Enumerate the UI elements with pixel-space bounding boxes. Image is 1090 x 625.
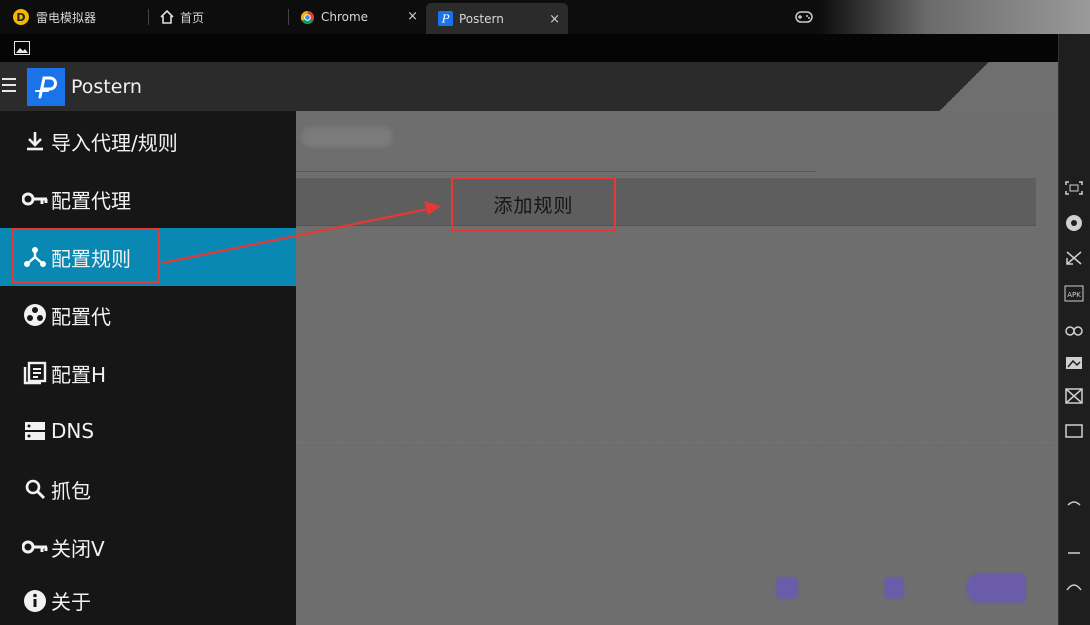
nav-drawer: 导入代理/规则 配置代理 配置规则 配置代 配置H DNS 抓包 关闭V 关于 — [0, 111, 296, 625]
tab-label: Postern — [459, 11, 504, 26]
drawer-item-proxy[interactable]: 配置代理 — [0, 170, 296, 228]
leidian-logo-icon: D — [12, 8, 30, 26]
recent-apps-icon[interactable] — [966, 573, 1026, 603]
android-home-icon[interactable] — [1063, 542, 1085, 564]
drawer-item-label: 配置代 — [51, 304, 111, 329]
drawer-item-capture[interactable]: 抓包 — [0, 460, 296, 518]
android-status-bar — [0, 34, 1058, 62]
drawer-item-close-vpn[interactable]: 关闭V — [0, 518, 296, 576]
search-icon — [22, 476, 48, 502]
tab-leidian[interactable]: D 雷电模拟器 — [0, 0, 148, 34]
menu-icon[interactable] — [2, 78, 16, 96]
drawer-item-label: 配置H — [51, 362, 107, 387]
shrink-icon[interactable] — [1063, 247, 1085, 269]
postern-logo-icon — [27, 68, 65, 106]
blurred-window-controls — [820, 0, 1090, 34]
drawer-item-label: 关于 — [51, 590, 91, 614]
screenshot-icon[interactable] — [1063, 351, 1085, 373]
apk-icon[interactable]: APK — [1063, 282, 1085, 304]
download-icon — [22, 128, 48, 154]
list-icon — [22, 360, 48, 386]
drawer-item-label: DNS — [51, 419, 95, 443]
tab-label: Chrome — [321, 10, 369, 24]
key-icon — [22, 186, 48, 212]
drawer-item-label: 导入代理/规则 — [51, 130, 178, 155]
back-icon[interactable] — [776, 577, 798, 599]
key-icon — [22, 534, 48, 560]
server-icon — [22, 418, 48, 444]
main-content: 添加规则 — [296, 111, 1058, 625]
svg-text:APK: APK — [1067, 291, 1081, 299]
volume-icon[interactable] — [1063, 212, 1085, 234]
blurred-corner — [870, 62, 1058, 111]
app-title: Postern — [71, 76, 142, 98]
tab-home[interactable]: 首页 — [148, 0, 288, 34]
drawer-item-about[interactable]: 关于 — [0, 576, 296, 625]
info-icon — [22, 588, 48, 614]
android-back-icon[interactable] — [1063, 492, 1085, 514]
drawer-item-label: 关闭V — [51, 536, 105, 561]
link-icon[interactable] — [1063, 320, 1085, 342]
tab-label: 首页 — [180, 10, 205, 25]
add-rule-button[interactable]: 添加规则 — [451, 177, 616, 232]
drawer-item-dns[interactable]: DNS — [0, 402, 296, 460]
home-nav-icon[interactable] — [884, 577, 904, 599]
svg-text:D: D — [16, 11, 25, 24]
multi-instance-icon[interactable] — [1063, 385, 1085, 407]
drawer-item-hosts[interactable]: 配置H — [0, 344, 296, 402]
add-rule-label: 添加规则 — [493, 195, 574, 217]
screen-icon[interactable] — [1063, 420, 1085, 442]
dots-icon — [22, 302, 48, 328]
tab-chrome[interactable]: Chrome × — [288, 0, 426, 34]
highlight-box-rules — [12, 228, 160, 283]
drawer-item-label: 抓包 — [51, 478, 91, 503]
drawer-item-label: 配置代理 — [51, 188, 131, 213]
close-icon[interactable]: × — [549, 12, 560, 27]
drawer-item-import[interactable]: 导入代理/规则 — [0, 112, 296, 170]
fullscreen-icon[interactable] — [1063, 177, 1085, 199]
home-icon — [160, 10, 174, 24]
rule-list-row — [296, 178, 1036, 226]
emulator-sidebar: APK — [1058, 34, 1090, 625]
postern-icon: P — [438, 11, 453, 26]
emulator-tab-bar: D 雷电模拟器 首页 Chrome × P Postern × — [0, 0, 1090, 34]
app-toolbar: Postern — [0, 62, 1058, 111]
drawer-item-proxy-rules[interactable]: 配置代 — [0, 286, 296, 344]
image-icon — [14, 40, 30, 59]
tab-postern[interactable]: P Postern × — [426, 3, 568, 34]
android-recent-icon[interactable] — [1063, 576, 1085, 598]
chrome-icon — [300, 10, 315, 25]
blurred-header-text — [302, 127, 392, 147]
svg-text:P: P — [441, 13, 450, 26]
gamepad-icon[interactable] — [795, 9, 813, 28]
tab-label: 雷电模拟器 — [36, 10, 97, 25]
close-icon[interactable]: × — [407, 9, 418, 24]
